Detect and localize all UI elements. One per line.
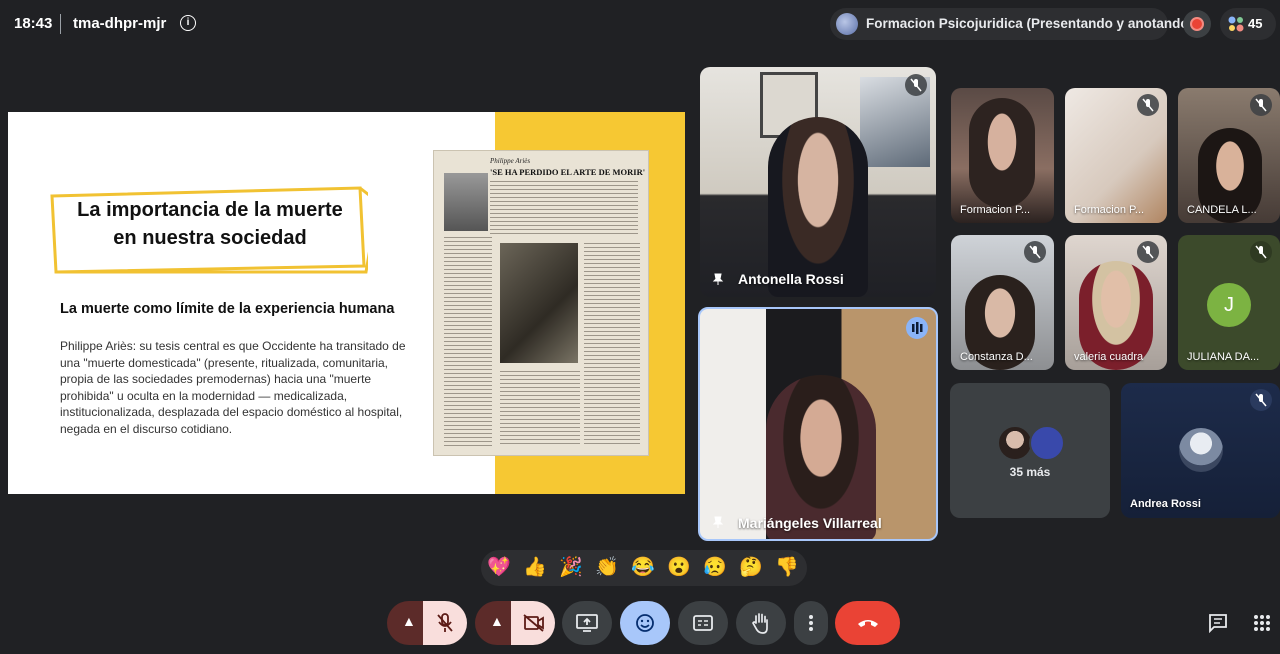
- clipping-text: [444, 237, 492, 447]
- clipping-text: [490, 181, 638, 237]
- camera-control-group: ▲: [475, 601, 555, 645]
- captions-button[interactable]: [678, 601, 728, 645]
- participants-button[interactable]: 45: [1220, 8, 1276, 40]
- activities-grid-icon[interactable]: [1253, 614, 1271, 632]
- participant-name: Formacion P...: [960, 204, 1031, 216]
- people-icon: [1228, 16, 1244, 32]
- clipping-text: [500, 371, 580, 447]
- slide-title: La importancia de la muerte en nuestra s…: [77, 199, 343, 249]
- participant-tile-juliana[interactable]: J JULIANA DA...: [1178, 235, 1280, 370]
- participant-tile-mariangeles[interactable]: Mariángeles Villarreal: [698, 307, 938, 541]
- captions-icon: [693, 615, 713, 631]
- participant-avatar: [1029, 425, 1065, 461]
- participant-tile-constanza[interactable]: Constanza D...: [951, 235, 1054, 370]
- presenter-chip[interactable]: Formacion Psicojuridica (Presentando y a…: [830, 8, 1193, 40]
- mic-off-icon: [1250, 94, 1272, 116]
- hang-up-icon: [858, 620, 878, 627]
- more-participants-label: 35 más: [1009, 465, 1051, 479]
- leave-call-button[interactable]: [835, 601, 900, 645]
- participant-name: valeria cuadra: [1074, 351, 1144, 363]
- clipping-photo: [444, 173, 488, 231]
- presenter-avatar: [836, 13, 858, 35]
- participant-name: Constanza D...: [960, 351, 1033, 363]
- newspaper-clipping: Philippe Ariès 'SE HA PERDIDO EL ARTE DE…: [433, 150, 649, 456]
- participant-name: Andrea Rossi: [1130, 498, 1201, 510]
- participant-name: Formacion P...: [1074, 204, 1145, 216]
- reaction-clap[interactable]: 👏: [595, 556, 619, 580]
- hand-icon: [752, 613, 768, 634]
- participant-tile-candela[interactable]: CANDELA L...: [1178, 88, 1280, 223]
- clock: 18:43: [14, 15, 53, 32]
- pin-icon: [712, 516, 724, 528]
- mic-off-icon: [1250, 389, 1272, 411]
- divider: [60, 14, 61, 34]
- mic-off-icon: [1137, 241, 1159, 263]
- participant-avatar: J: [1207, 283, 1251, 327]
- participant-tile-andrea[interactable]: Andrea Rossi: [1121, 383, 1280, 518]
- reactions-toggle-button[interactable]: [620, 601, 670, 645]
- info-icon[interactable]: i: [180, 15, 196, 31]
- speaking-indicator-icon: [906, 317, 928, 339]
- more-options-button[interactable]: [794, 601, 828, 645]
- reaction-sad[interactable]: 😥: [703, 556, 727, 580]
- present-icon: [576, 614, 598, 632]
- mic-off-icon: [1024, 241, 1046, 263]
- participant-name: Mariángeles Villarreal: [738, 515, 882, 531]
- clipping-illustration: [500, 243, 578, 363]
- mic-off-icon: [905, 74, 927, 96]
- slide-subtitle: La muerte como límite de la experiencia …: [60, 301, 395, 317]
- meeting-code: tma-dhpr-mjr: [73, 15, 167, 32]
- reaction-thumbs-up[interactable]: 👍: [523, 556, 547, 580]
- raise-hand-button[interactable]: [736, 601, 786, 645]
- more-participants-tile[interactable]: 35 más: [950, 383, 1110, 518]
- reaction-thumbs-down[interactable]: 👎: [775, 556, 799, 580]
- participant-video: [768, 117, 868, 297]
- mic-control-group: ▲: [387, 601, 467, 645]
- participant-count: 45: [1248, 16, 1263, 31]
- participant-tile-formacion-2[interactable]: Formacion P...: [1065, 88, 1167, 223]
- camera-off-icon: [523, 614, 544, 632]
- chevron-up-icon: ▲: [402, 613, 416, 629]
- mic-off-icon: [1250, 241, 1272, 263]
- mic-toggle-button[interactable]: [423, 601, 467, 645]
- chevron-up-icon: ▲: [490, 613, 504, 629]
- participant-avatar: [997, 425, 1033, 461]
- more-vert-icon: [809, 615, 813, 631]
- clipping-text: [584, 243, 640, 447]
- reactions-bar: 💖 👍 🎉 👏 😂 😮 😥 🤔 👎: [481, 550, 807, 586]
- slide-body: Philippe Ariès: su tesis central es que …: [60, 339, 406, 436]
- participant-tile-antonella[interactable]: Antonella Rossi: [700, 67, 936, 297]
- mic-off-icon: [437, 613, 453, 632]
- reaction-heart[interactable]: 💖: [487, 556, 511, 580]
- reaction-surprised[interactable]: 😮: [667, 556, 691, 580]
- mic-off-icon: [1137, 94, 1159, 116]
- reaction-laugh[interactable]: 😂: [631, 556, 655, 580]
- participant-video: [969, 98, 1035, 208]
- participant-avatar: [1179, 428, 1223, 472]
- participant-name: Antonella Rossi: [738, 271, 844, 287]
- participant-name: JULIANA DA...: [1187, 351, 1260, 363]
- clipping-headline: 'SE HA PERDIDO EL ARTE DE MORIR': [490, 167, 646, 177]
- presenter-label: Formacion Psicojuridica (Presentando y a…: [866, 16, 1194, 31]
- camera-toggle-button[interactable]: [511, 601, 555, 645]
- chat-icon[interactable]: [1208, 613, 1228, 633]
- camera-options-button[interactable]: ▲: [475, 601, 515, 645]
- recording-icon[interactable]: [1183, 10, 1211, 38]
- reaction-thinking[interactable]: 🤔: [739, 556, 763, 580]
- mic-options-button[interactable]: ▲: [387, 601, 427, 645]
- participant-name: CANDELA L...: [1187, 204, 1257, 216]
- reaction-party[interactable]: 🎉: [559, 556, 583, 580]
- emoji-icon: [636, 614, 654, 632]
- participant-tile-valeria[interactable]: valeria cuadra: [1065, 235, 1167, 370]
- participant-tile-formacion-1[interactable]: Formacion P...: [951, 88, 1054, 223]
- clipping-author: Philippe Ariès: [490, 157, 531, 165]
- pin-icon: [712, 273, 724, 285]
- presentation-slide: La importancia de la muerte en nuestra s…: [8, 112, 685, 494]
- present-screen-button[interactable]: [562, 601, 612, 645]
